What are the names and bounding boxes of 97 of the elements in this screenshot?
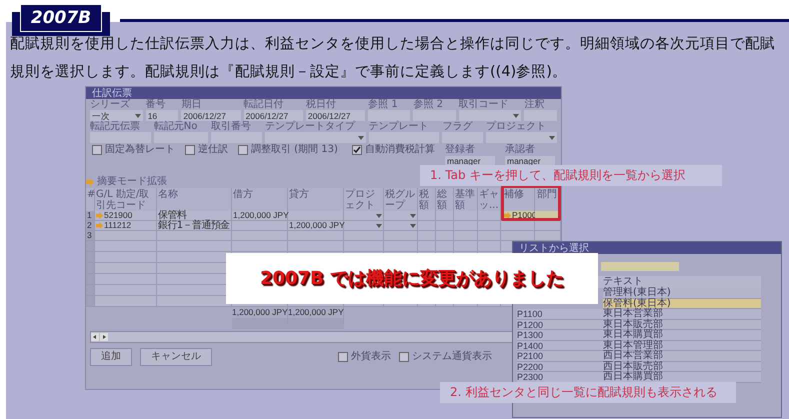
field-label: 参照 1 — [368, 100, 399, 110]
field-label: 転記元伝票 — [90, 122, 141, 132]
column-header: 借方 — [233, 189, 253, 200]
scroll-left-icon[interactable] — [91, 333, 99, 341]
caret-icon — [513, 114, 520, 118]
checkbox-label: 固定為替レート — [105, 145, 175, 155]
field-label: テンプレートタイプ — [264, 122, 356, 132]
row-code: P1200 — [517, 320, 603, 330]
field-label: 番号 — [146, 100, 167, 110]
caret-icon — [134, 114, 141, 118]
field-label: シリーズ — [90, 100, 131, 110]
checkbox-label: 調整取引 (期間 13) — [251, 145, 338, 155]
list-row[interactable]: 保管料(東日本) — [603, 298, 761, 309]
column-header: ギャッ... — [479, 189, 499, 211]
column-header: 基準額 — [455, 189, 475, 211]
input-field[interactable]: 2006/12/27 — [244, 110, 303, 121]
scroll-right-icon[interactable] — [100, 333, 108, 341]
user-field: manager — [445, 156, 495, 166]
list-row[interactable]: 西日本購買部 — [603, 372, 761, 382]
cell-text: 111212 — [104, 220, 132, 231]
field-label: 取引コード — [458, 100, 510, 110]
list-row[interactable]: 西日本営業部 — [603, 351, 761, 362]
field-label: 承認者 — [505, 145, 536, 155]
checkbox[interactable] — [185, 145, 195, 155]
checkbox-label: 外貨表示 — [351, 352, 391, 362]
field-label: 注釈 — [524, 100, 546, 110]
checkbox[interactable] — [352, 145, 362, 155]
intro-paragraph: 配賦規則を使用した仕訳伝票入力は、利益センタを使用した場合と操作は同じです。明細領域の各次元項目で配賦規則を選択します。配賦規則は『配賦規則－設定』で事前に定義します((4)参照)。 — [10, 35, 776, 82]
callout-text: 1. Tab キーを押して、配賦規則を一覧から選択 — [420, 165, 722, 186]
column-header: 総額 — [437, 189, 447, 211]
column-header: 名称 — [158, 189, 178, 200]
field-label: フラグ — [442, 122, 474, 132]
input-field[interactable]: 2006/12/27 — [181, 110, 241, 121]
row-code: P1400 — [517, 340, 603, 351]
user-field: manager — [505, 156, 555, 166]
search-field[interactable] — [601, 262, 679, 271]
field-label: 税日付 — [306, 100, 337, 110]
section-label: 摘要モード拡張 — [97, 177, 167, 187]
list-row[interactable]: 管理料(東日本) — [603, 288, 761, 298]
table-cell[interactable]: 1 — [86, 211, 95, 221]
input-field[interactable] — [458, 110, 522, 121]
list-row[interactable]: 東日本購買部 — [603, 330, 761, 340]
checkbox-label: 逆仕訳 — [198, 145, 228, 155]
cell-text: 521900 — [104, 210, 132, 221]
link-arrow-icon[interactable] — [504, 212, 511, 219]
callout-text: 2. 利益センタと同じ一覧に配賦規則も表示される — [440, 382, 736, 403]
row-code: P2200 — [517, 362, 603, 372]
field-label: 取引番号 — [211, 122, 252, 132]
column-header: 貸方 — [289, 189, 309, 200]
field-label: テンプレート — [368, 122, 430, 132]
list-row[interactable]: 東日本管理部 — [603, 340, 761, 351]
checkbox[interactable] — [399, 352, 409, 362]
row-number: 2 — [87, 220, 92, 231]
window-button[interactable]: 追加 — [90, 348, 132, 366]
column-header: G/L 勘定/取引先コード — [96, 189, 150, 211]
checkbox[interactable] — [338, 352, 348, 362]
checkbox[interactable] — [92, 145, 102, 155]
column-header: 税グループ — [385, 189, 415, 211]
input-field[interactable] — [264, 132, 366, 143]
field-label: 登録者 — [445, 145, 476, 155]
cell-text: 保管料 — [158, 210, 186, 221]
notice-text: 2007B では機能に変更がありました — [260, 266, 564, 290]
column-header: テキスト — [603, 276, 643, 287]
field-label: 期日 — [181, 100, 202, 110]
dialog-title: リストから選択 — [519, 242, 589, 254]
checkbox-label: システム通貨表示 — [412, 352, 492, 362]
list-row[interactable]: 西日本販売部 — [603, 362, 761, 372]
column-header: 税額 — [419, 189, 429, 211]
caret-icon — [358, 136, 364, 140]
column-header: プロジェクト — [345, 189, 375, 211]
column-header: 部門 — [537, 189, 557, 200]
table-cell[interactable]: 2 — [86, 221, 95, 231]
row-code: P2300 — [517, 372, 603, 382]
row-number: 1 — [87, 210, 92, 221]
checkbox[interactable] — [238, 145, 248, 155]
row-code: P2100 — [517, 351, 603, 362]
window-button[interactable]: キャンセル — [140, 348, 212, 366]
column-header: # — [87, 189, 96, 200]
input-field[interactable]: 一次 — [90, 110, 143, 121]
row-number: 3 — [87, 230, 92, 241]
input-field[interactable]: 2006/12/27 — [306, 110, 366, 121]
field-label: 転記日付 — [244, 100, 285, 110]
row-code: P1300 — [517, 330, 603, 340]
list-row[interactable]: 東日本販売部 — [603, 320, 761, 330]
window-title: 仕訳伝票 — [92, 88, 132, 98]
column-header: 補修 — [504, 189, 524, 200]
input-field[interactable]: 16 — [146, 110, 178, 121]
checkbox-label: 自動消費税計算 — [365, 145, 435, 155]
caret-icon — [548, 136, 555, 140]
field-label: プロジェクト — [486, 122, 548, 132]
row-code: P1100 — [517, 309, 603, 320]
field-label: 転記元No — [154, 122, 198, 132]
table-cell[interactable]: 3 — [86, 231, 95, 241]
field-label: 参照 2 — [413, 100, 444, 110]
list-row[interactable]: 東日本営業部 — [603, 309, 761, 320]
input-field[interactable] — [486, 132, 557, 143]
arrow-icon — [86, 178, 94, 186]
